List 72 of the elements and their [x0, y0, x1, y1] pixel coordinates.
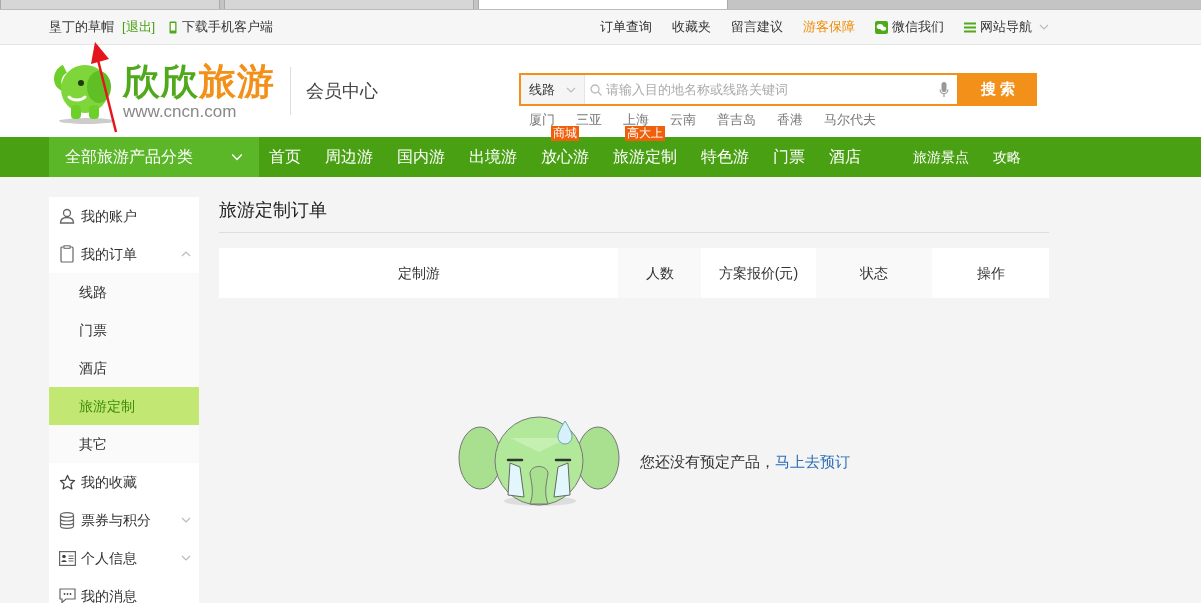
- chevron-down-icon: [1039, 24, 1049, 30]
- nav-link[interactable]: 特色游: [701, 148, 749, 165]
- browser-tab[interactable]: [478, 0, 728, 9]
- chevron-down-icon: [566, 86, 576, 93]
- book-now-link[interactable]: 马上去预订: [775, 452, 850, 470]
- sidebar-item[interactable]: 个人信息: [49, 539, 199, 577]
- sidebar-subitem[interactable]: 旅游定制: [49, 387, 199, 425]
- nav-link[interactable]: 门票: [773, 148, 805, 165]
- nav-link[interactable]: 放心游: [541, 148, 589, 165]
- microphone-icon: [939, 82, 949, 97]
- star-icon: [58, 473, 76, 491]
- hot-search-link[interactable]: 云南: [670, 110, 696, 130]
- phone-icon: [169, 20, 178, 34]
- logout-link[interactable]: [退出]: [122, 17, 156, 37]
- top-link[interactable]: 收藏夹: [672, 17, 711, 37]
- empty-message: 您还没有预定产品，马上去预订: [640, 451, 850, 472]
- chevron-up-icon: [181, 251, 191, 257]
- nav-link[interactable]: 攻略: [993, 149, 1021, 165]
- id-card-icon: [58, 550, 76, 566]
- nav-link[interactable]: 旅游景点: [913, 149, 969, 165]
- top-link[interactable]: 留言建议: [731, 17, 783, 37]
- nav-link[interactable]: 国内游: [397, 148, 445, 165]
- logo-url: www.cncn.com: [123, 103, 238, 121]
- hot-search-link[interactable]: 三亚: [576, 110, 602, 130]
- page-title: 旅游定制订单: [219, 197, 1049, 233]
- column-header: 人数: [618, 248, 701, 298]
- message-icon: [58, 588, 76, 603]
- chevron-down-icon: [181, 517, 191, 523]
- sidebar-item[interactable]: 我的消息: [49, 577, 199, 603]
- hot-search-link[interactable]: 香港: [777, 110, 803, 130]
- category-menu-button[interactable]: 全部旅游产品分类: [49, 137, 259, 177]
- top-link[interactable]: 微信我们: [875, 17, 944, 37]
- nav-link[interactable]: 出境游: [469, 148, 517, 165]
- top-link[interactable]: 订单查询: [600, 17, 652, 37]
- nav-badge: 高大上: [625, 126, 665, 141]
- hot-search-link[interactable]: 普吉岛: [717, 110, 756, 130]
- nav-badge: 商城: [551, 126, 579, 141]
- page-subtitle: 会员中心: [306, 79, 378, 103]
- menu-icon: [964, 21, 976, 33]
- column-header: 操作: [932, 248, 1049, 298]
- person-icon: [59, 208, 75, 224]
- clipboard-icon: [60, 245, 74, 263]
- sidebar-subitem[interactable]: 酒店: [49, 349, 199, 387]
- category-select[interactable]: 线路: [521, 75, 585, 104]
- top-link[interactable]: 网站导航: [964, 17, 1049, 37]
- username[interactable]: 垦丁的草帽: [49, 17, 114, 37]
- hot-search-link[interactable]: 马尔代夫: [824, 110, 876, 130]
- chevron-down-icon: [181, 555, 191, 561]
- sidebar-item[interactable]: 票券与积分: [49, 501, 199, 539]
- sidebar-item[interactable]: 我的订单: [49, 235, 199, 273]
- column-header: 状态: [816, 248, 932, 298]
- column-header: 方案报价(元): [701, 248, 816, 298]
- browser-tab[interactable]: [0, 0, 220, 9]
- app-download-link[interactable]: 下载手机客户端: [182, 17, 274, 37]
- nav-link[interactable]: 酒店: [829, 148, 861, 165]
- search-field[interactable]: 线路 请输入目的地名称或线路关键词: [519, 73, 959, 106]
- logo-wordmark: 欣欣旅游: [123, 61, 275, 103]
- sidebar-item[interactable]: 我的账户: [49, 197, 199, 235]
- nav-link[interactable]: 旅游定制: [613, 148, 677, 165]
- sidebar-subitem[interactable]: 线路: [49, 273, 199, 311]
- sidebar-subitem[interactable]: 门票: [49, 311, 199, 349]
- browser-tab[interactable]: [224, 0, 474, 9]
- column-header: 定制游: [219, 248, 618, 298]
- nav-link[interactable]: 首页: [269, 148, 301, 165]
- search-icon: [590, 83, 602, 96]
- chat-bubble-icon: [875, 20, 888, 34]
- search-input[interactable]: 请输入目的地名称或线路关键词: [606, 75, 939, 104]
- nav-link[interactable]: 周边游: [325, 148, 373, 165]
- coin-stack-icon: [59, 511, 75, 529]
- sidebar-item[interactable]: 我的收藏: [49, 463, 199, 501]
- sidebar-subitem[interactable]: 其它: [49, 425, 199, 463]
- chevron-down-icon: [231, 153, 243, 161]
